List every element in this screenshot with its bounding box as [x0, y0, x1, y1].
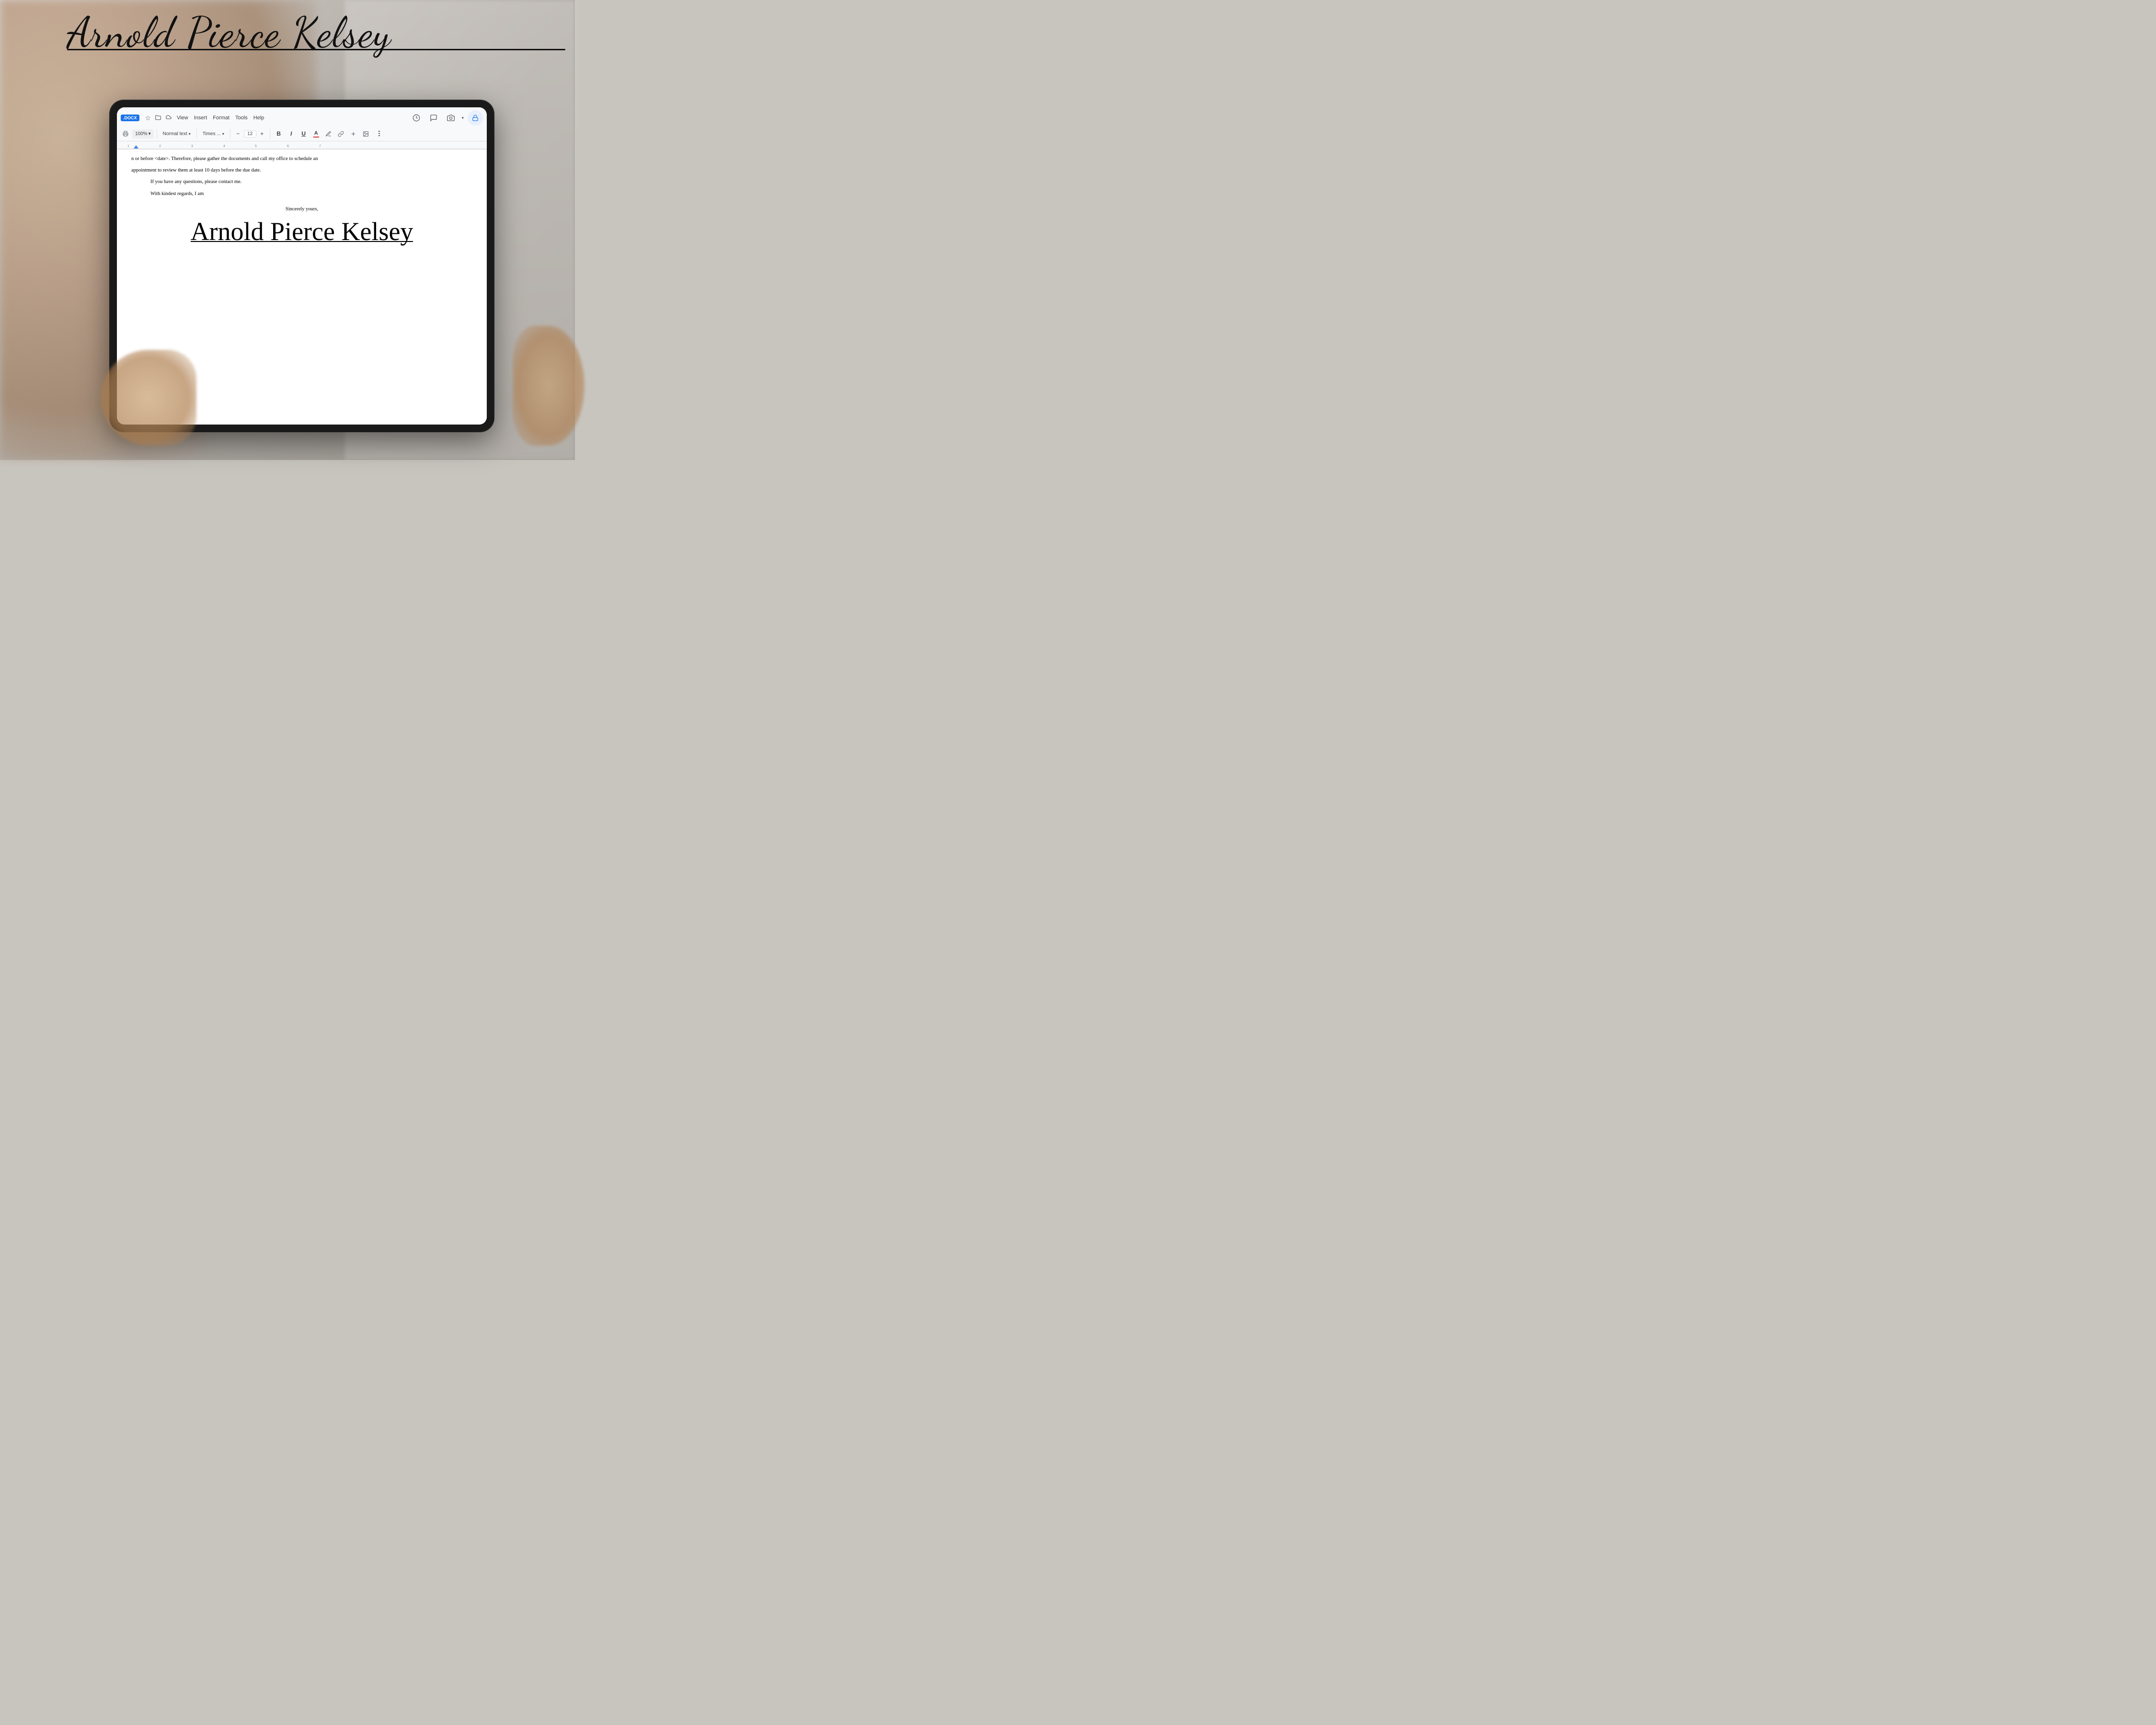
- doc-page: n or before <date>. Therefore, please ga…: [117, 150, 487, 253]
- menu-format[interactable]: Format: [210, 114, 232, 122]
- font-size-decrease[interactable]: −: [233, 129, 243, 138]
- more-options-button[interactable]: [374, 128, 385, 139]
- signature-text-top: Arnold Pierce Kelsey: [67, 10, 391, 56]
- star-icon[interactable]: ☆: [145, 114, 151, 122]
- camera-button[interactable]: [444, 111, 458, 125]
- hand-right: [513, 326, 585, 446]
- doc-signature: Arnold Pierce Kelsey: [191, 218, 413, 242]
- svg-text:5: 5: [255, 145, 257, 148]
- toolbar-right-icons: ▾: [410, 110, 483, 126]
- svg-text:1: 1: [127, 145, 129, 148]
- svg-text:7: 7: [319, 145, 321, 148]
- docs-toolbar: .DOCX ☆ View Insert Format: [117, 107, 487, 150]
- svg-text:3: 3: [191, 145, 193, 148]
- docx-badge[interactable]: .DOCX: [121, 115, 139, 121]
- font-selector[interactable]: Times ... ▾: [200, 130, 227, 138]
- doc-signature-area: Arnold Pierce Kelsey: [131, 218, 472, 243]
- separator-2: [196, 129, 197, 138]
- image-button[interactable]: [360, 128, 372, 139]
- print-icon[interactable]: [120, 128, 131, 139]
- doc-text-line1: n or before <date>. Therefore, please ga…: [131, 155, 472, 163]
- font-chevron: ▾: [222, 132, 224, 136]
- style-selector[interactable]: Normal text ▾: [160, 130, 194, 138]
- menu-bar: .DOCX ☆ View Insert Format: [117, 107, 487, 126]
- tablet-wrapper: .DOCX ☆ View Insert Format: [110, 101, 570, 446]
- menu-tools[interactable]: Tools: [232, 114, 251, 122]
- bold-button[interactable]: B: [273, 128, 285, 139]
- font-size-input[interactable]: [244, 130, 256, 138]
- lock-button[interactable]: [468, 110, 483, 126]
- doc-paragraph-2: With kindest regards, I am: [131, 190, 472, 198]
- font-size-increase[interactable]: +: [257, 129, 267, 138]
- top-signature-area: Arnold Pierce Kelsey: [67, 10, 565, 50]
- doc-text-line2: appointment to review them at least 10 d…: [131, 167, 472, 174]
- folder-icon: [155, 114, 161, 122]
- camera-chevron: ▾: [461, 115, 464, 121]
- doc-paragraph-1: If you have any questions, please contac…: [131, 178, 472, 186]
- doc-closing: Sincerely yours,: [131, 206, 472, 214]
- ruler: 1 2 3 4 5 6 7: [117, 141, 487, 149]
- menu-help[interactable]: Help: [251, 114, 267, 122]
- comment-button[interactable]: [427, 111, 440, 125]
- cloud-icon: [165, 114, 172, 122]
- style-chevron: ▾: [189, 132, 191, 136]
- menu-insert[interactable]: Insert: [191, 114, 210, 122]
- highlight-button[interactable]: [323, 128, 334, 139]
- ruler-svg: 1 2 3 4 5 6 7: [117, 141, 487, 149]
- add-button[interactable]: [348, 128, 359, 139]
- zoom-chevron: ▾: [149, 131, 151, 137]
- zoom-selector[interactable]: 100% ▾: [132, 129, 154, 138]
- format-bar: 100% ▾ Normal text ▾ Times ... ▾: [117, 126, 487, 141]
- history-button[interactable]: [410, 111, 423, 125]
- font-color-button[interactable]: A: [310, 128, 322, 139]
- italic-button[interactable]: I: [286, 128, 297, 139]
- svg-text:4: 4: [223, 145, 225, 148]
- underline-button[interactable]: U: [298, 128, 310, 139]
- svg-text:2: 2: [159, 145, 161, 148]
- link-button[interactable]: [335, 128, 347, 139]
- svg-text:6: 6: [287, 145, 289, 148]
- menu-view[interactable]: View: [174, 114, 191, 122]
- font-size-controls: − +: [233, 129, 267, 138]
- hand-left: [101, 350, 196, 446]
